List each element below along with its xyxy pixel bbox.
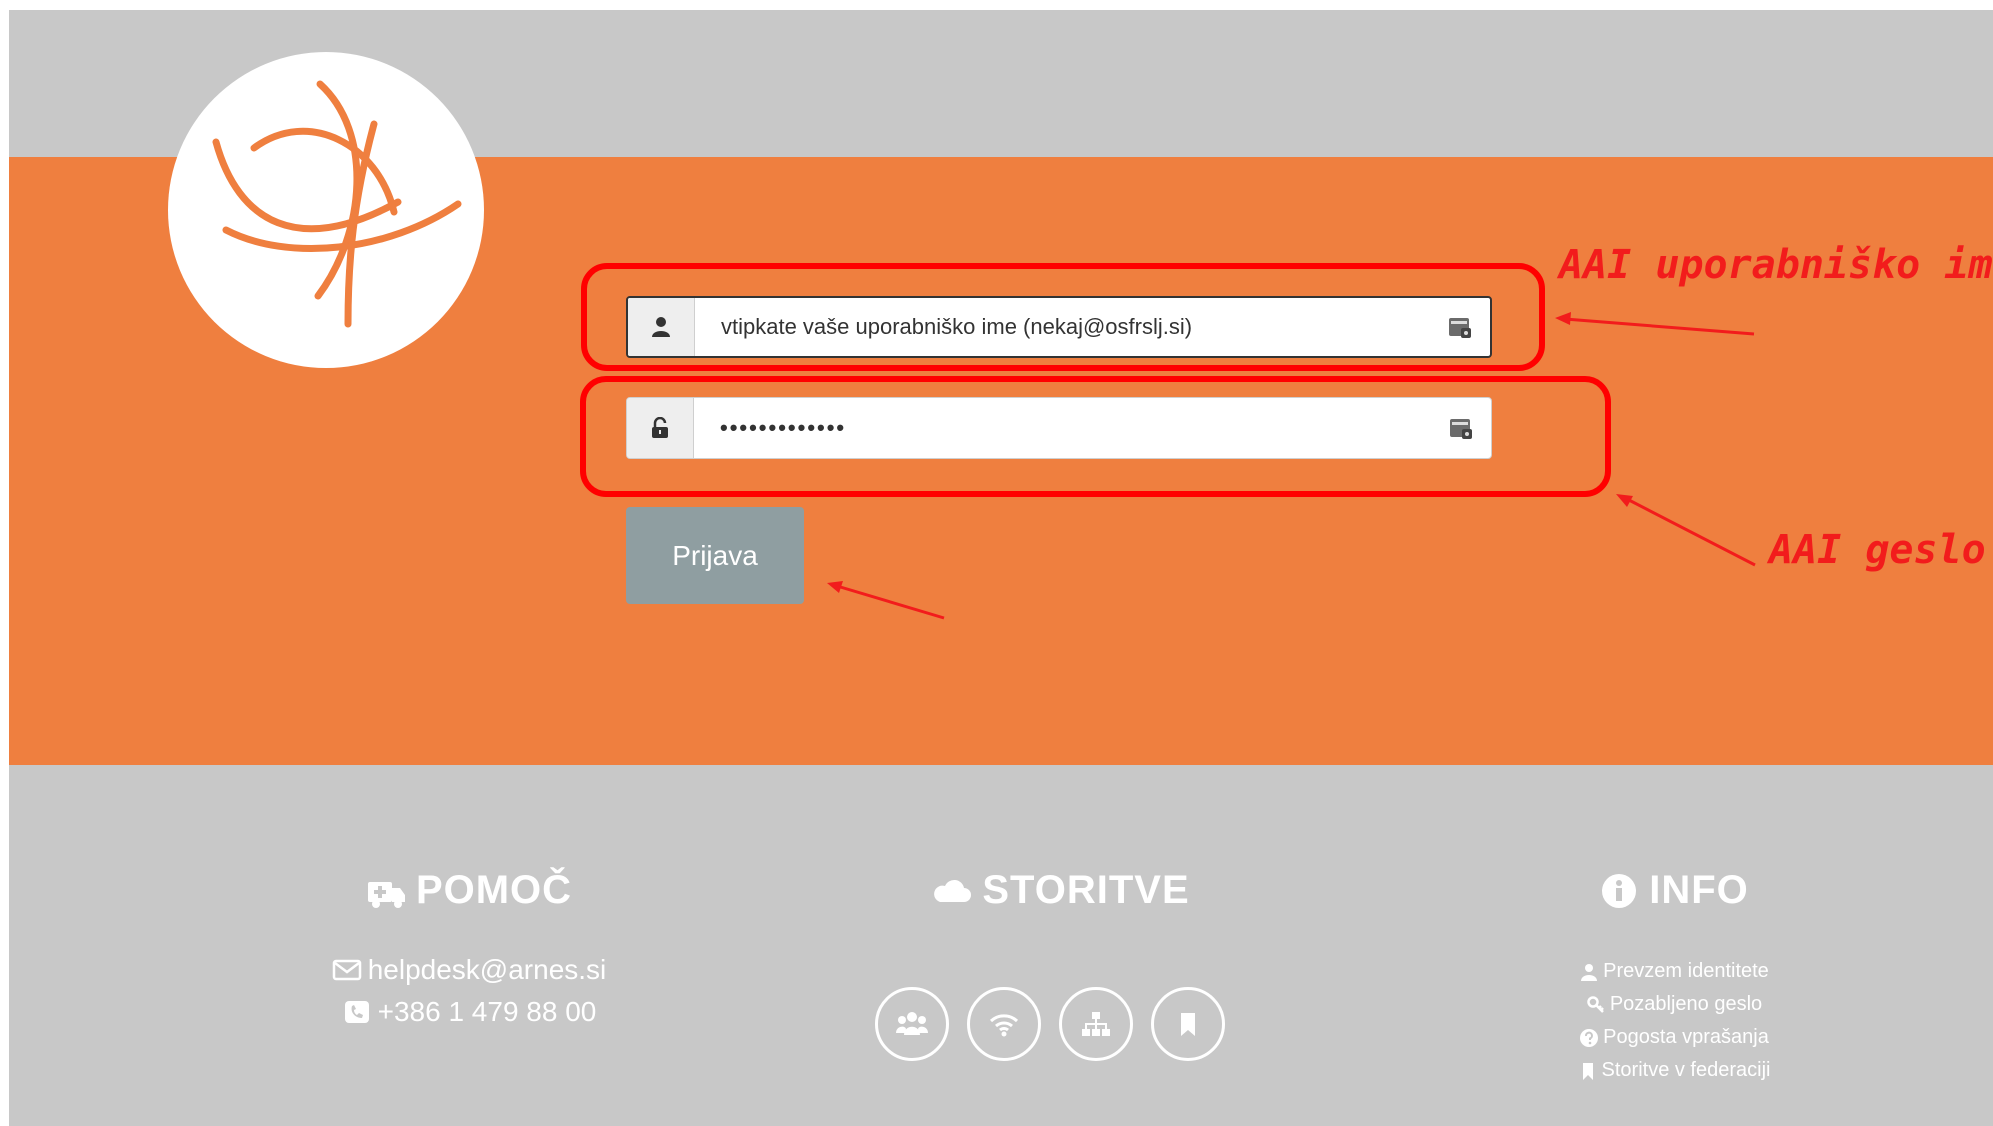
info-link-federation[interactable]: Storitve v federaciji (1474, 1054, 1874, 1087)
info-circle-icon (1602, 873, 1637, 908)
services-title: STORITVE (982, 868, 1190, 912)
help-email-line: helpdesk@arnes.si (269, 949, 669, 991)
login-page: Prijava AAI uporabniško ime AAI geslo PO (9, 10, 1993, 1126)
help-phone-line: +386 1 479 88 00 (269, 991, 669, 1033)
bookmark-icon (1181, 1013, 1195, 1036)
username-highlight (581, 263, 1545, 371)
password-annotation: AAI geslo (1769, 527, 1986, 573)
user-icon (1581, 963, 1598, 981)
cloud-icon (934, 879, 972, 902)
info-link-faq[interactable]: Pogosta vprašanja (1474, 1021, 1874, 1054)
logo-icon (212, 80, 462, 328)
wifi-icon (989, 1014, 1019, 1037)
users-icon (896, 1012, 928, 1035)
help-title: POMOČ (415, 868, 573, 912)
envelope-icon (332, 959, 361, 981)
footer-info: INFO Prevzem identitete Pozabljeno geslo (1474, 868, 1874, 1087)
service-users-button[interactable] (875, 987, 949, 1061)
help-heading: POMOČ (269, 868, 669, 913)
service-bookmark-button[interactable] (1151, 987, 1225, 1061)
footer-services: STORITVE (861, 868, 1261, 1061)
info-link-forgot-password[interactable]: Pozabljeno geslo (1474, 988, 1874, 1021)
info-link-label: Storitve v federaciji (1601, 1059, 1771, 1081)
footer-help: POMOČ helpdesk@arnes.si +386 1 479 88 00 (269, 868, 669, 1033)
bookmark-icon (1582, 1062, 1593, 1080)
key-icon (1587, 995, 1604, 1013)
arnes-logo (168, 52, 484, 368)
service-wifi-button[interactable] (967, 987, 1041, 1061)
info-heading: INFO (1474, 868, 1874, 913)
ambulance-icon (367, 881, 405, 908)
question-circle-icon (1580, 1028, 1599, 1047)
info-link-identity[interactable]: Prevzem identitete (1474, 955, 1874, 988)
service-icon-row (839, 987, 1261, 1061)
help-email[interactable]: helpdesk@arnes.si (368, 954, 607, 986)
service-sitemap-button[interactable] (1059, 987, 1133, 1061)
services-heading: STORITVE (861, 868, 1261, 913)
help-phone[interactable]: +386 1 479 88 00 (378, 996, 597, 1028)
info-links: Prevzem identitete Pozabljeno geslo Pogo… (1474, 955, 1874, 1087)
phone-icon (344, 1001, 369, 1023)
info-title: INFO (1649, 868, 1749, 912)
username-annotation: AAI uporabniško ime (1559, 242, 1993, 288)
sitemap-icon (1082, 1012, 1110, 1036)
password-highlight (580, 376, 1611, 497)
info-link-label: Pozabljeno geslo (1609, 993, 1763, 1015)
info-link-label: Prevzem identitete (1603, 960, 1769, 982)
login-button[interactable]: Prijava (626, 507, 804, 604)
info-link-label: Pogosta vprašanja (1603, 1026, 1769, 1048)
